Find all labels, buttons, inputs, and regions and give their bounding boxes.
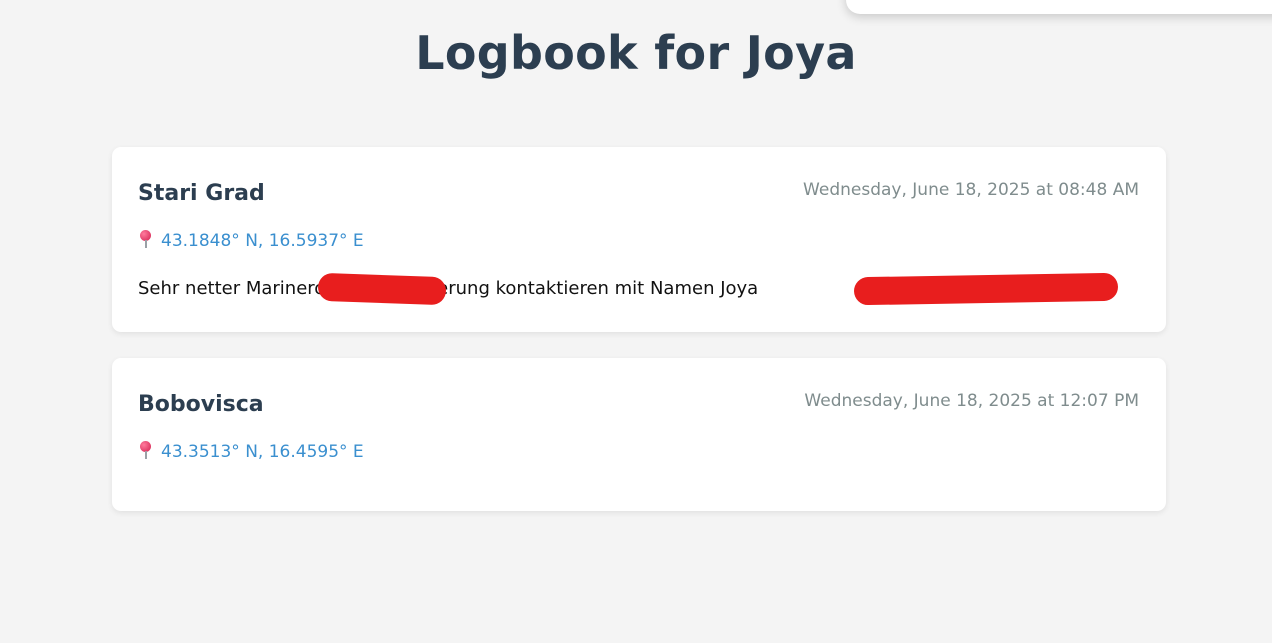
pushpin-icon	[138, 229, 152, 249]
entry-coordinates-text: 43.1848° N, 16.5937° E	[161, 231, 364, 251]
redaction-mark	[317, 272, 447, 306]
floating-popup	[846, 0, 1272, 14]
log-entry: Bobovisca Wednesday, June 18, 2025 at 12…	[112, 358, 1166, 511]
page: Logbook for Joya Stari Grad Wednesday, J…	[0, 0, 1272, 643]
entry-timestamp: Wednesday, June 18, 2025 at 08:48 AM	[803, 180, 1139, 200]
entry-coordinates-link[interactable]: 43.3513° N, 16.4595° E	[138, 440, 364, 462]
log-entry: Stari Grad Wednesday, June 18, 2025 at 0…	[112, 147, 1166, 332]
page-title: Logbook for Joya	[415, 26, 857, 80]
entry-location-name: Bobovisca	[138, 392, 264, 417]
entry-note: Sehr netter Marinero, Bei Reservierung k…	[138, 278, 759, 299]
redaction-mark	[853, 272, 1119, 306]
entry-coordinates-text: 43.3513° N, 16.4595° E	[161, 442, 364, 462]
entry-location-name: Stari Grad	[138, 181, 265, 206]
entry-coordinates-link[interactable]: 43.1848° N, 16.5937° E	[138, 229, 364, 251]
entry-timestamp: Wednesday, June 18, 2025 at 12:07 PM	[804, 391, 1139, 411]
pushpin-icon	[138, 440, 152, 460]
